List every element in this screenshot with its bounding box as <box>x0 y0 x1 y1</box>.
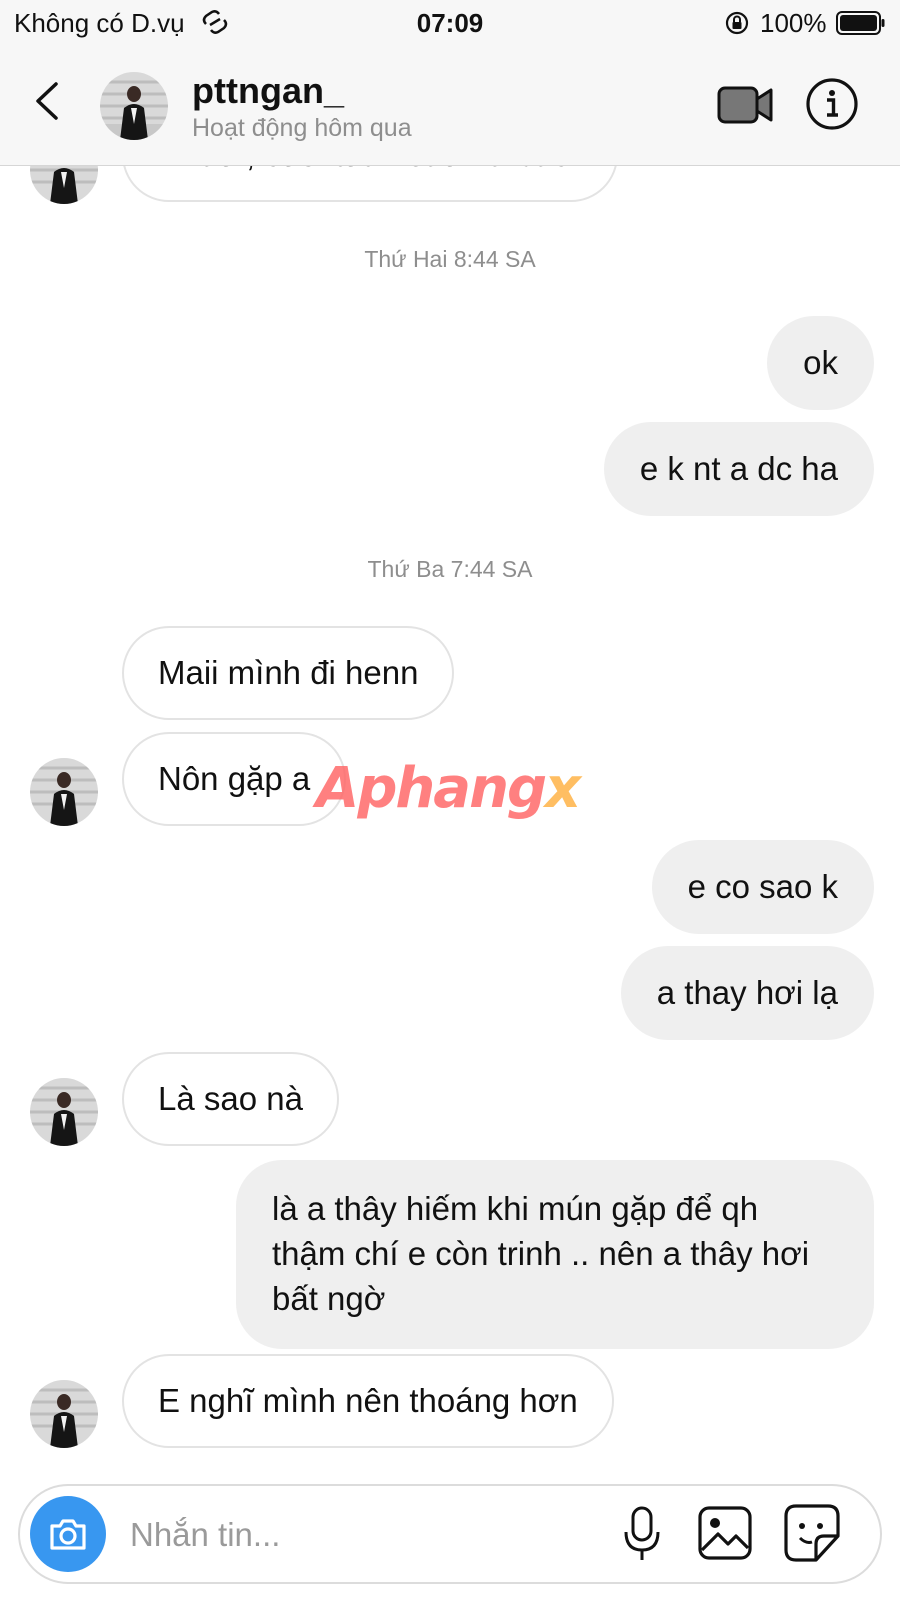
camera-button[interactable] <box>30 1496 106 1572</box>
sticker-icon[interactable] <box>782 1502 842 1564</box>
status-bar: Không có D.vụ 07:09 100% <box>0 0 900 46</box>
message-bubble-outgoing[interactable]: e k nt a dc ha <box>603 422 874 516</box>
message-timestamp: Thứ Ba 7:44 SA <box>367 556 533 582</box>
message-bubble-outgoing[interactable]: a thay hơi lạ <box>620 946 874 1040</box>
watermark-text: Aphang <box>316 756 547 821</box>
video-camera-icon[interactable] <box>716 80 774 130</box>
message-bubble-outgoing[interactable]: ok <box>767 316 874 410</box>
message-timestamp: Thứ Hai 8:44 SA <box>364 246 536 272</box>
message-bubble-incoming[interactable]: E nghĩ mình nên thoáng hơn <box>122 1354 614 1448</box>
message-bubble-incoming[interactable]: Maii mình đi henn <box>122 626 455 720</box>
microphone-icon[interactable] <box>620 1504 664 1564</box>
image-icon[interactable] <box>696 1504 754 1562</box>
message-text: Maii mình đi henn <box>158 654 419 691</box>
chat-header: pttngan_ Hoạt động hôm qua <box>0 46 900 166</box>
message-text: a thay hơi lạ <box>656 974 838 1011</box>
message-bubble-incoming[interactable]: Nôn gặp a <box>122 732 347 826</box>
avatar[interactable] <box>30 758 98 826</box>
watermark-x: x <box>545 756 581 821</box>
message-thread[interactable]: Nhau , cuối tuần sau há bác Thứ Hai 8:44… <box>0 166 900 1470</box>
avatar[interactable] <box>30 1078 98 1146</box>
message-bubble-outgoing[interactable]: là a thây hiếm khi mún gặp để qh thậm ch… <box>236 1160 874 1349</box>
back-button[interactable] <box>26 76 70 126</box>
battery-percentage: 100% <box>760 8 827 38</box>
avatar[interactable] <box>30 166 98 204</box>
message-bubble-incoming[interactable]: Nhau , cuối tuần sau há bác <box>122 166 618 202</box>
message-text: e k nt a dc ha <box>639 450 838 487</box>
activity-status: Hoạt động hôm qua <box>192 114 412 142</box>
message-text: là a thây hiếm khi mún gặp để qh thậm ch… <box>272 1190 810 1317</box>
message-bubble-incoming[interactable]: Là sao nà <box>122 1052 339 1146</box>
message-text: Là sao nà <box>158 1080 303 1117</box>
message-text: Nhau , cuối tuần sau há bác <box>158 166 569 174</box>
watermark-logo: Aphangx <box>316 756 581 821</box>
message-composer <box>18 1484 882 1584</box>
message-text: E nghĩ mình nên thoáng hơn <box>158 1382 578 1419</box>
info-icon[interactable] <box>804 76 860 132</box>
message-bubble-outgoing[interactable]: e co sao k <box>651 840 874 934</box>
avatar[interactable] <box>100 72 168 140</box>
battery-icon <box>836 11 885 35</box>
message-text: ok <box>803 344 838 381</box>
message-input[interactable] <box>130 1510 600 1560</box>
message-text: Nôn gặp a <box>158 760 311 797</box>
message-text: e co sao k <box>687 868 838 905</box>
avatar[interactable] <box>30 1380 98 1448</box>
username[interactable]: pttngan_ <box>192 70 344 112</box>
rotation-lock-icon <box>725 11 749 35</box>
camera-icon <box>50 1519 86 1550</box>
